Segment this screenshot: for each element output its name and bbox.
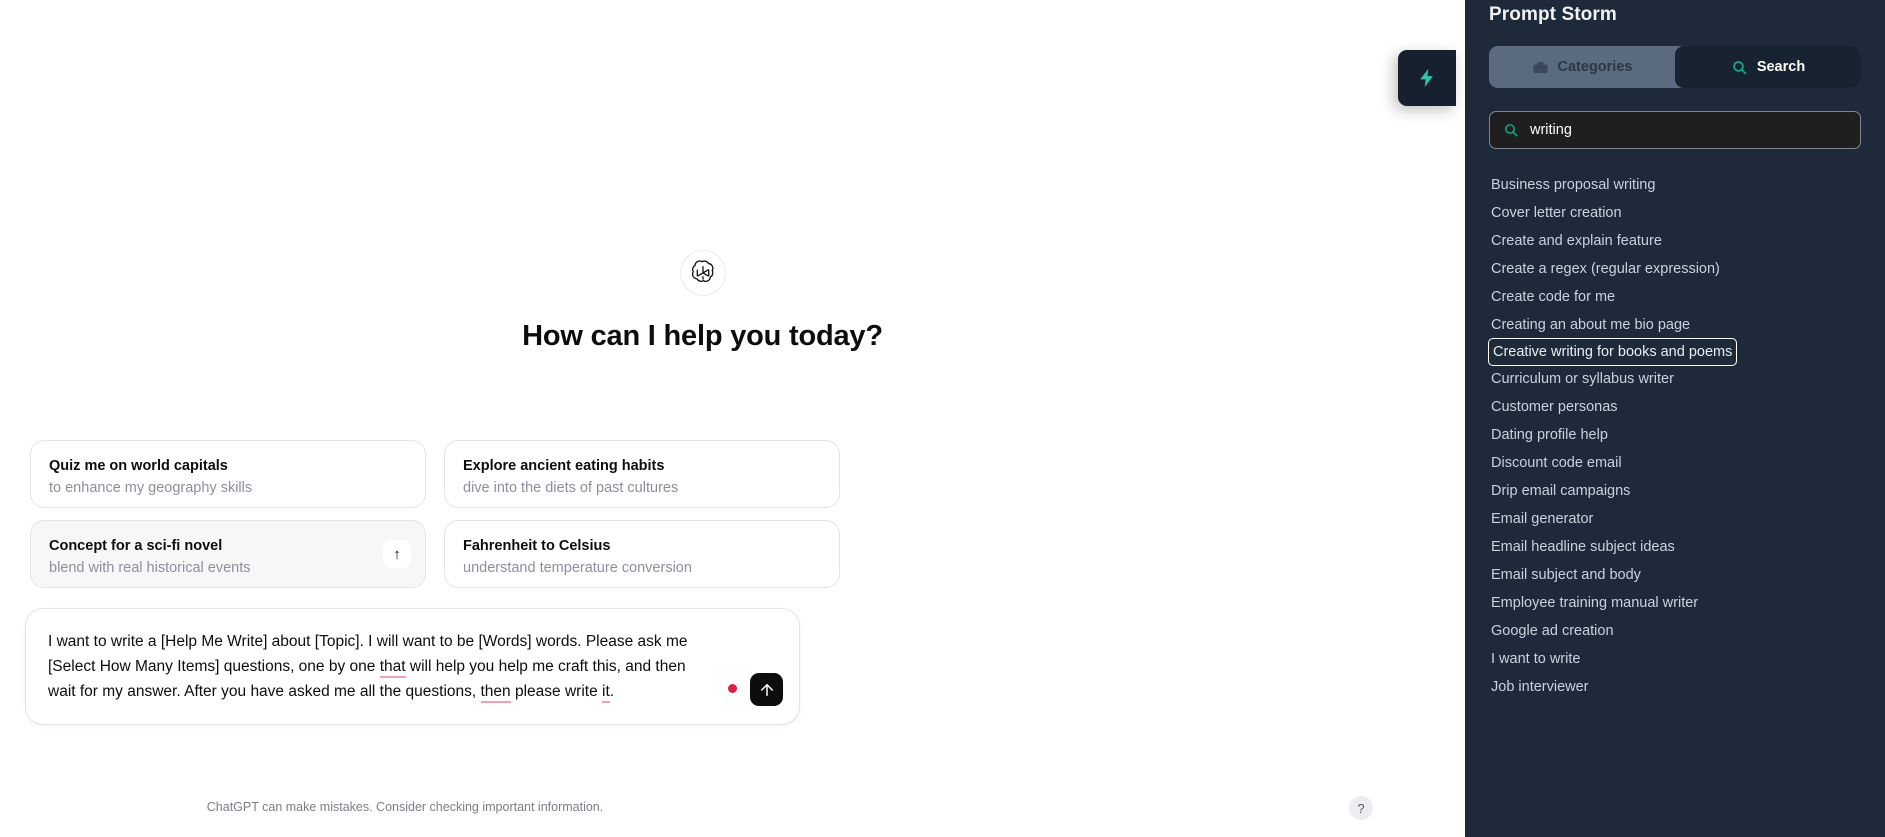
list-item[interactable]: Drip email campaigns — [1489, 477, 1632, 505]
spellcheck-word: it — [602, 683, 610, 703]
openai-logo-icon — [679, 250, 726, 296]
suggestion-card-title: Explore ancient eating habits — [463, 458, 665, 474]
search-field-wrapper[interactable] — [1489, 111, 1861, 149]
suggestion-cards: Quiz me on world capitals to enhance my … — [30, 440, 840, 588]
sidebar-title: Prompt Storm — [1489, 4, 1617, 25]
suggestion-card-subtitle: blend with real historical events — [49, 560, 251, 576]
suggestion-card-title: Concept for a sci-fi novel — [49, 538, 223, 554]
tab-search-label: Search — [1756, 59, 1806, 75]
suggestion-card[interactable]: Quiz me on world capitals to enhance my … — [30, 440, 426, 508]
search-input[interactable] — [1530, 122, 1847, 138]
list-item[interactable]: Customer personas — [1489, 393, 1620, 421]
page-title: How can I help you today? — [522, 320, 883, 352]
list-item[interactable]: Email headline subject ideas — [1489, 533, 1677, 561]
suggestion-card[interactable]: Explore ancient eating habits dive into … — [444, 440, 840, 508]
lightning-bolt-icon — [1420, 68, 1433, 88]
prompt-storm-launcher-button[interactable] — [1398, 50, 1456, 106]
list-item[interactable]: Create code for me — [1489, 283, 1617, 311]
search-icon — [1505, 124, 1518, 137]
help-button[interactable]: ? — [1349, 796, 1373, 820]
search-results-list: Business proposal writing Cover letter c… — [1487, 171, 1861, 701]
arrow-up-icon — [760, 683, 773, 696]
list-item[interactable]: Employee training manual writer — [1489, 589, 1700, 617]
arrow-up-icon[interactable]: ↑ — [383, 540, 411, 568]
list-item[interactable]: Discount code email — [1489, 449, 1624, 477]
disclaimer-text: ChatGPT can make mistakes. Consider chec… — [206, 800, 604, 814]
suggestion-card[interactable]: Concept for a sci-fi novel blend with re… — [30, 520, 426, 588]
spellcheck-word: then — [480, 683, 511, 703]
prompt-storm-sidebar: Prompt Storm Categories Search Bus — [1465, 0, 1885, 837]
list-item[interactable]: Curriculum or syllabus writer — [1489, 365, 1676, 393]
suggestion-card[interactable]: Fahrenheit to Celsius understand tempera… — [444, 520, 840, 588]
sidebar-tabs: Categories Search — [1489, 46, 1861, 88]
suggestion-card-title: Quiz me on world capitals — [49, 458, 228, 474]
list-item[interactable]: Job interviewer — [1489, 673, 1591, 701]
composer-text[interactable]: I want to write a [Help Me Write] about … — [48, 629, 689, 704]
recording-dot-icon[interactable] — [728, 684, 737, 693]
chatgpt-main-area: How can I help you today? Quiz me on wor… — [0, 0, 1405, 837]
tab-categories-label: Categories — [1557, 59, 1633, 75]
composer-text-part3: please write — [510, 683, 602, 700]
list-item[interactable]: Email generator — [1489, 505, 1595, 533]
list-item[interactable]: Google ad creation — [1489, 617, 1616, 645]
list-item[interactable]: Business proposal writing — [1489, 171, 1657, 199]
list-item[interactable]: Email subject and body — [1489, 561, 1643, 589]
suggestion-card-subtitle: dive into the diets of past cultures — [463, 480, 679, 496]
suggestion-card-subtitle: to enhance my geography skills — [49, 480, 253, 496]
app-root: How can I help you today? Quiz me on wor… — [0, 0, 1885, 837]
list-item[interactable]: Creating an about me bio page — [1489, 311, 1692, 339]
folder-icon — [1532, 61, 1548, 73]
composer-text-part4: . — [609, 683, 615, 700]
spellcheck-word: that — [379, 658, 406, 678]
suggestion-card-subtitle: understand temperature conversion — [463, 560, 692, 576]
search-icon — [1732, 60, 1747, 74]
list-item[interactable]: Create a regex (regular expression) — [1489, 255, 1722, 283]
list-item[interactable]: I want to write — [1489, 645, 1582, 673]
list-item[interactable]: Create and explain feature — [1489, 227, 1664, 255]
list-item[interactable]: Cover letter creation — [1489, 199, 1624, 227]
suggestion-card-title: Fahrenheit to Celsius — [463, 538, 611, 554]
list-item-focused[interactable]: Creative writing for books and poems — [1487, 338, 1738, 366]
tab-categories[interactable]: Categories — [1489, 46, 1675, 88]
hero-section: How can I help you today? — [0, 250, 1405, 353]
list-item[interactable]: Dating profile help — [1489, 421, 1610, 449]
send-button[interactable] — [750, 673, 783, 706]
tab-search[interactable]: Search — [1675, 46, 1861, 88]
message-composer[interactable]: I want to write a [Help Me Write] about … — [25, 608, 800, 725]
